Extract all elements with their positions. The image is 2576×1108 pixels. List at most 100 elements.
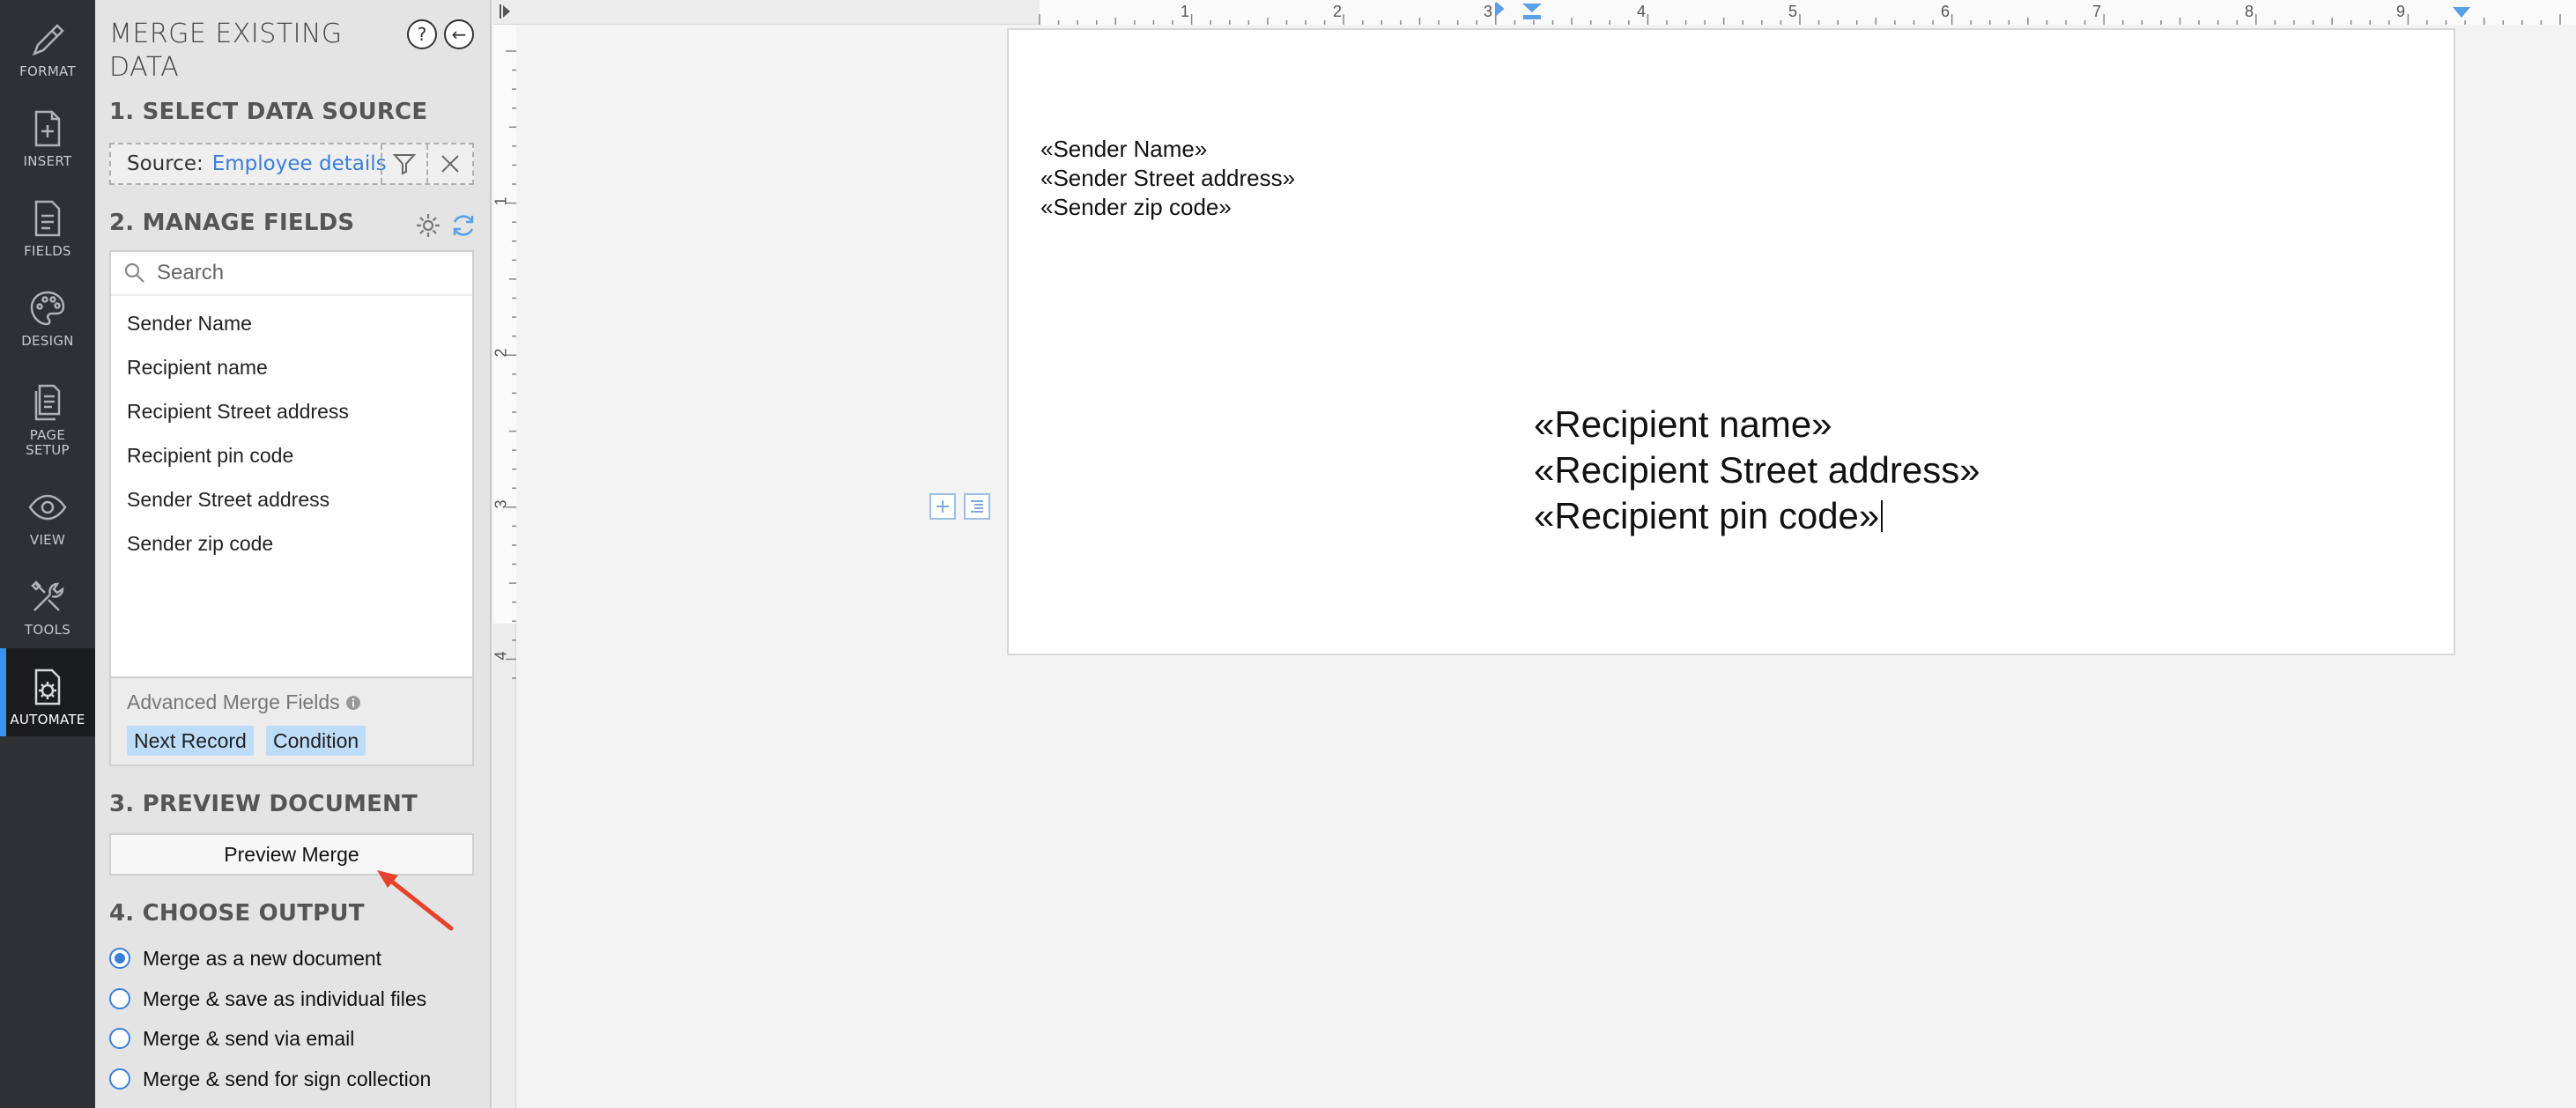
ruler-number: 6 (1941, 3, 1951, 20)
output-option-email[interactable]: Merge & send via email (109, 1023, 354, 1054)
rail-page-setup[interactable]: PAGE SETUP (0, 359, 95, 467)
ruler-number: 2 (492, 348, 510, 358)
field-list: Sender Name Recipient name Recipient Str… (109, 250, 474, 678)
left-indent-marker-icon[interactable] (1494, 2, 1505, 16)
ruler-ticks (506, 50, 516, 679)
fields-doc-icon (34, 200, 61, 237)
ruler-number: 7 (2092, 3, 2102, 20)
ruler-number: 3 (1484, 3, 1493, 20)
rail-automate[interactable]: AUTOMATE (0, 648, 95, 736)
rail-view[interactable]: VIEW (0, 469, 95, 557)
field-item[interactable]: Sender Name (111, 301, 472, 345)
palette-icon (30, 291, 65, 326)
ruler-number: 1 (1181, 3, 1190, 20)
ruler-number: 9 (2396, 3, 2406, 20)
radio-unselected[interactable] (109, 1068, 130, 1090)
rail-label: AUTOMATE (10, 712, 85, 728)
field-item[interactable]: Recipient pin code (111, 433, 472, 477)
help-button[interactable]: ? (407, 19, 437, 49)
field-items: Sender Name Recipient name Recipient Str… (111, 296, 472, 565)
rail-design[interactable]: DESIGN (0, 270, 95, 358)
add-block-button[interactable] (929, 493, 956, 520)
automate-gear-icon (34, 668, 61, 705)
field-item[interactable]: Sender Street address (111, 477, 472, 521)
field-search-row (111, 252, 472, 296)
radio-unselected[interactable] (109, 1028, 130, 1049)
field-search-input[interactable] (157, 261, 448, 285)
document-page[interactable]: «Sender Name» «Sender Street address» «S… (1007, 28, 2455, 655)
sender-street-field[interactable]: «Sender Street address» (1040, 165, 1295, 192)
condition-chip[interactable]: Condition (266, 726, 366, 756)
filter-icon (393, 154, 416, 175)
next-record-chip[interactable]: Next Record (127, 726, 254, 756)
preview-document-heading: 3. PREVIEW DOCUMENT (109, 791, 418, 817)
rail-fields[interactable]: FIELDS (0, 180, 95, 268)
annotation-arrow-icon (377, 870, 454, 931)
source-link[interactable]: Employee details (212, 152, 387, 175)
field-item[interactable]: Sender zip code (111, 521, 472, 565)
text-cursor (1881, 500, 1884, 532)
data-source-box: Source: Employee details (109, 143, 474, 185)
rail-label: PAGE SETUP (26, 427, 70, 458)
output-option-label: Merge & save as individual files (143, 986, 427, 1010)
info-icon[interactable] (345, 695, 361, 711)
ruler-number: 1 (492, 196, 510, 206)
output-option-sign-collection[interactable]: Merge & send for sign collection (109, 1063, 431, 1095)
back-arrow-icon: ← (451, 24, 467, 45)
refresh-fields-icon[interactable] (449, 211, 477, 240)
field-item[interactable]: Recipient name (111, 345, 472, 389)
select-data-source-heading: 1. SELECT DATA SOURCE (109, 99, 428, 125)
paragraph-options-button[interactable] (964, 493, 990, 520)
eye-icon (28, 494, 67, 521)
right-indent-marker-icon[interactable] (2451, 5, 2472, 19)
radio-unselected[interactable] (109, 988, 130, 1009)
recipient-name-field[interactable]: «Recipient name» (1534, 403, 1832, 446)
page-setup-icon (34, 384, 61, 421)
format-brush-icon (32, 24, 64, 56)
output-option-label: Merge & send via email (143, 1026, 355, 1050)
merge-panel: MERGE EXISTING DATA ? ← 1. SELECT DATA S… (95, 0, 492, 1108)
close-icon (441, 155, 459, 173)
output-option-label: Merge & send for sign collection (143, 1067, 432, 1090)
tools-icon (31, 580, 64, 611)
filter-button[interactable] (381, 144, 426, 183)
output-option-label: Merge as a new document (143, 946, 382, 970)
plus-icon (936, 500, 949, 513)
search-icon (124, 262, 144, 283)
manage-fields-heading: 2. MANAGE FIELDS (109, 210, 355, 236)
sender-zip-field[interactable]: «Sender zip code» (1040, 194, 1232, 221)
output-option-new-document[interactable]: Merge as a new document (109, 942, 381, 974)
back-button[interactable]: ← (444, 19, 474, 49)
rail-insert[interactable]: INSERT (0, 90, 95, 178)
rail-format[interactable]: FORMAT (0, 0, 95, 88)
recipient-pin-field[interactable]: «Recipient pin code» (1534, 495, 1879, 536)
help-icon: ? (417, 24, 427, 45)
insert-doc-icon (34, 110, 61, 147)
rail-label: INSERT (23, 153, 72, 169)
source-label: Source: (127, 152, 204, 175)
ruler-number: 2 (1333, 3, 1343, 20)
recipient-pin-line[interactable]: «Recipient pin code» (1534, 495, 1884, 537)
collapse-panel-icon[interactable] (499, 3, 511, 20)
advanced-merge-title: Advanced Merge Fields (127, 691, 361, 714)
vertical-ruler[interactable]: 1 2 3 4 (492, 25, 516, 1108)
ruler-number: 8 (2245, 3, 2254, 20)
rail-tools[interactable]: TOOLS (0, 558, 95, 646)
sender-name-field[interactable]: «Sender Name» (1040, 136, 1207, 163)
remove-source-button[interactable] (426, 144, 472, 183)
radio-selected[interactable] (109, 948, 130, 969)
rail-label: TOOLS (24, 622, 71, 638)
ruler-number: 3 (492, 499, 510, 509)
ruler-number: 5 (1788, 3, 1798, 20)
field-settings-gear-icon[interactable] (414, 211, 442, 240)
output-option-individual-files[interactable]: Merge & save as individual files (109, 983, 426, 1015)
rail-label: FORMAT (19, 63, 76, 79)
choose-output-heading: 4. CHOOSE OUTPUT (109, 900, 365, 927)
field-item[interactable]: Recipient Street address (111, 389, 472, 433)
left-tool-rail: FORMAT INSERT FIELDS DESIGN PAGE SETUP V… (0, 0, 95, 1108)
rail-label: DESIGN (21, 333, 74, 349)
horizontal-ruler[interactable]: 1 2 3 4 5 6 7 8 9 (493, 0, 2576, 25)
first-line-indent-marker-icon[interactable] (1521, 2, 1543, 21)
recipient-street-field[interactable]: «Recipient Street address» (1534, 449, 1980, 491)
ruler-number: 4 (492, 651, 510, 661)
